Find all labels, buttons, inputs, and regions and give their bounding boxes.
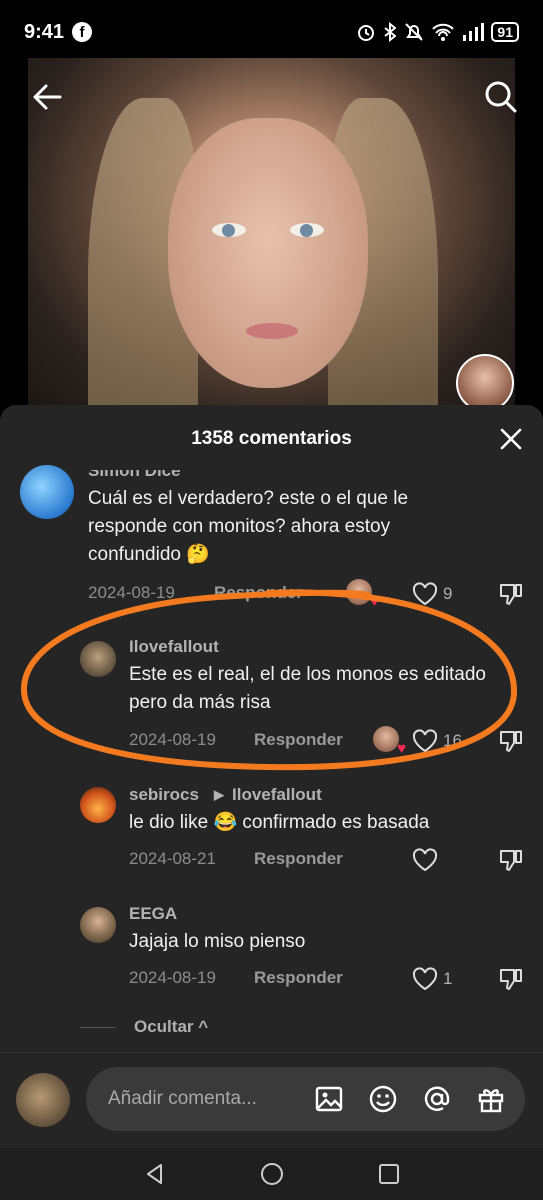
comment-date: 2024-08-19 <box>129 730 216 749</box>
comment-input-bar <box>0 1052 543 1149</box>
heart-icon[interactable] <box>412 582 438 606</box>
avatar[interactable] <box>80 907 116 943</box>
search-icon[interactable] <box>484 80 518 114</box>
nav-back-icon[interactable] <box>143 1162 167 1186</box>
image-icon[interactable] <box>313 1083 345 1115</box>
avatar[interactable] <box>80 787 116 823</box>
dislike-icon[interactable] <box>498 581 524 607</box>
input-actions <box>313 1083 507 1115</box>
status-left: 9:41 f <box>24 20 93 44</box>
avatar[interactable] <box>20 465 74 519</box>
reply-to-username[interactable]: Ilovefallout <box>232 785 322 805</box>
system-nav-bar <box>0 1148 543 1200</box>
mute-icon <box>405 23 424 41</box>
sheet-header: 1358 comentarios <box>0 405 543 473</box>
wifi-icon <box>432 23 455 41</box>
creator-liked-badge <box>346 579 379 610</box>
signal-icon <box>463 23 485 41</box>
comment-username[interactable]: Ilovefallout <box>129 637 219 657</box>
reply-button[interactable]: Responder <box>254 849 343 869</box>
comments-count-title: 1358 comentarios <box>191 428 352 449</box>
reply-arrow-icon: ▶ <box>214 787 224 802</box>
creator-liked-badge <box>373 726 406 757</box>
battery-indicator: 91 <box>491 22 519 42</box>
user-avatar[interactable] <box>16 1073 70 1127</box>
comment-date: 2024-08-19 <box>129 968 216 987</box>
creator-avatar[interactable] <box>456 354 514 412</box>
comment-text: le dio like 😂 confirmado es basada <box>129 812 430 833</box>
video-face <box>168 118 368 388</box>
comment-text: Jajaja lo miso pienso <box>129 931 306 952</box>
heart-icon[interactable] <box>412 729 438 753</box>
video-mouth <box>246 323 298 339</box>
video-eye-right <box>290 223 324 237</box>
hide-replies-row[interactable]: Ocultar ^ <box>80 1017 208 1037</box>
avatar[interactable] <box>80 641 116 677</box>
nav-recents-icon[interactable] <box>377 1162 401 1186</box>
video-player[interactable] <box>28 58 515 418</box>
divider-line <box>80 1026 116 1028</box>
alarm-icon <box>358 25 375 41</box>
comment-date: 2024-08-21 <box>129 849 216 868</box>
nav-home-icon[interactable] <box>259 1161 285 1187</box>
reply-button[interactable]: Responder <box>254 730 343 750</box>
comment-text: Este es el real, el de los monos es edit… <box>129 664 486 713</box>
dislike-icon[interactable] <box>498 966 524 992</box>
comment-date: 2024-08-19 <box>88 583 175 602</box>
status-time: 9:41 <box>24 20 65 43</box>
comment-input[interactable] <box>106 1087 290 1111</box>
bluetooth-icon <box>384 22 398 42</box>
dislike-icon[interactable] <box>498 847 524 873</box>
hide-replies-button[interactable]: Ocultar ^ <box>134 1017 208 1037</box>
facebook-icon: f <box>72 22 93 42</box>
emoji-icon[interactable] <box>367 1083 399 1115</box>
comment-username[interactable]: EEGA <box>129 904 177 924</box>
reply-button[interactable]: Responder <box>254 968 343 988</box>
dislike-icon[interactable] <box>498 728 524 754</box>
reply-button[interactable]: Responder <box>214 583 303 603</box>
status-right: 91 <box>356 22 519 42</box>
video-eye-left <box>212 223 246 237</box>
comment-username[interactable]: sebirocs <box>129 785 199 805</box>
comment-input-pill[interactable] <box>86 1067 525 1131</box>
back-arrow-icon[interactable] <box>30 80 64 114</box>
status-bar: 9:41 f 91 <box>0 0 543 64</box>
mention-icon[interactable] <box>421 1083 453 1115</box>
heart-icon[interactable] <box>412 848 438 872</box>
like-count: 9 <box>443 584 453 603</box>
gift-icon[interactable] <box>475 1083 507 1115</box>
heart-icon[interactable] <box>412 967 438 991</box>
like-count: 16 <box>443 731 462 750</box>
close-icon[interactable] <box>499 427 523 451</box>
like-count: 1 <box>443 969 453 988</box>
comment-text: Cuál es el verdadero? este o el que le r… <box>88 488 409 565</box>
